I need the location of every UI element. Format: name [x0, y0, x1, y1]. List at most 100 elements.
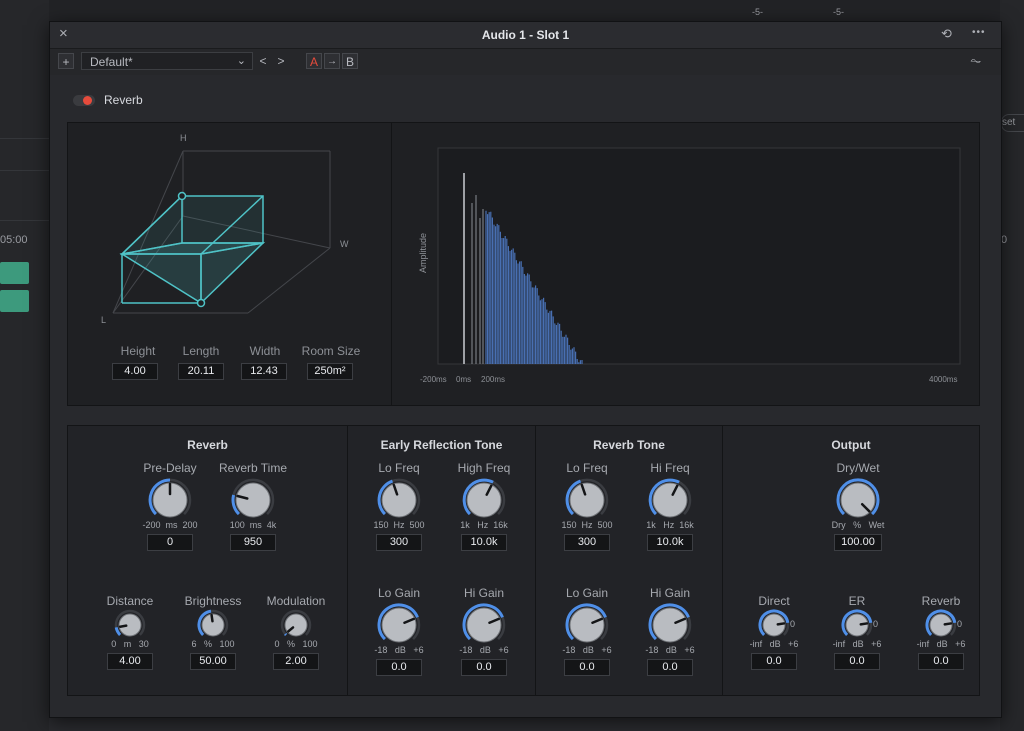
power-indicator — [83, 96, 92, 105]
bottom-ruler — [49, 716, 1000, 731]
section-title: Early Reflection Tone — [380, 438, 503, 452]
title-bar: × Audio 1 - Slot 1 ⟲ ••• — [50, 22, 1001, 49]
meter-mark: -5- — [833, 7, 844, 17]
er-value-field[interactable]: 0.0 — [834, 653, 880, 670]
width-field[interactable]: 12.43 — [241, 363, 287, 380]
width-label: Width — [249, 344, 281, 358]
hi-gain-range: -18 dB +6 — [459, 645, 509, 655]
distance-value-field[interactable]: 4.00 — [107, 653, 153, 670]
lo-gain-knob[interactable] — [376, 602, 422, 648]
dry-wet-range: Dry % Wet — [831, 520, 885, 530]
compare-b-button[interactable]: B — [342, 53, 358, 69]
length-label: Length — [182, 344, 220, 358]
hi-freq-value-field[interactable]: 10.0k — [647, 534, 693, 551]
more-options-icon[interactable]: ••• — [972, 27, 986, 38]
lo-gain-value-field[interactable]: 0.0 — [376, 659, 422, 676]
er-knob[interactable] — [840, 608, 874, 642]
reverb-time-knob[interactable] — [230, 477, 276, 523]
preset-dropdown[interactable]: Default* ⌄ — [81, 52, 253, 70]
compare-a-button[interactable]: A — [306, 53, 322, 69]
reset-button[interactable]: set — [1001, 114, 1024, 132]
impulse-response-panel: Amplitude -200ms 0ms 200ms 4000ms — [391, 122, 980, 406]
direct-range: -inf dB +6 — [749, 639, 799, 649]
hi-freq-range: 1k Hz 16k — [646, 520, 694, 530]
prev-preset-button[interactable]: < — [255, 53, 271, 69]
lo-gain-range: -18 dB +6 — [374, 645, 424, 655]
brightness-knob[interactable] — [196, 608, 230, 642]
room-size-label: Room Size — [301, 344, 361, 358]
reverb-knob[interactable] — [924, 608, 958, 642]
right-strip — [1000, 0, 1024, 731]
hi-gain-value-field[interactable]: 0.0 — [647, 659, 693, 676]
lo-freq-knob[interactable] — [376, 477, 422, 523]
section-title: Reverb Tone — [593, 438, 665, 452]
high-freq-value-field[interactable]: 10.0k — [461, 534, 507, 551]
reverb-label: Reverb — [921, 594, 961, 608]
lo-freq-value-field[interactable]: 300 — [376, 534, 422, 551]
reverb-unity-mark: 0 — [957, 619, 963, 629]
room-visualizer[interactable]: H W L — [68, 123, 391, 343]
room-size-field[interactable]: 250m² — [307, 363, 353, 380]
hi-gain-value-field[interactable]: 0.0 — [461, 659, 507, 676]
height-field[interactable]: 4.00 — [112, 363, 158, 380]
axis-l-label: L — [101, 315, 106, 325]
left-track-strip — [0, 0, 49, 731]
direct-value-field[interactable]: 0.0 — [751, 653, 797, 670]
direct-unity-mark: 0 — [790, 619, 796, 629]
lo-freq-knob[interactable] — [564, 477, 610, 523]
lo-gain-knob[interactable] — [564, 602, 610, 648]
routing-icon[interactable]: ⏦ — [970, 52, 981, 69]
amplitude-axis-label: Amplitude — [418, 233, 428, 273]
reverb-value-field[interactable]: 0.0 — [918, 653, 964, 670]
hi-gain-knob[interactable] — [647, 602, 693, 648]
length-field[interactable]: 20.11 — [178, 363, 224, 380]
section-title: Output — [831, 438, 871, 452]
history-icon[interactable]: ⟲ — [941, 26, 952, 42]
power-toggle[interactable] — [73, 95, 95, 106]
modulation-knob[interactable] — [279, 608, 313, 642]
tick-label: 4000ms — [929, 375, 957, 384]
er-range: -inf dB +6 — [832, 639, 882, 649]
direct-knob[interactable] — [757, 608, 791, 642]
high-freq-label: High Freq — [457, 461, 511, 475]
tick-label: 200ms — [481, 375, 505, 384]
brightness-value-field[interactable]: 50.00 — [190, 653, 236, 670]
height-handle[interactable] — [177, 191, 187, 201]
hi-gain-label: Hi Gain — [463, 586, 504, 600]
divider — [0, 220, 49, 221]
dry-wet-value-field[interactable]: 100.00 — [834, 534, 882, 551]
lo-gain-range: -18 dB +6 — [562, 645, 612, 655]
plugin-window: × Audio 1 - Slot 1 ⟲ ••• + Default* ⌄ < … — [49, 21, 1002, 718]
length-handle[interactable] — [196, 298, 206, 308]
high-freq-range: 1k Hz 16k — [460, 520, 508, 530]
reverb-time-value-field[interactable]: 950 — [230, 534, 276, 551]
divider — [0, 170, 49, 171]
pre-delay-value-field[interactable]: 0 — [147, 534, 193, 551]
hi-gain-knob[interactable] — [461, 602, 507, 648]
clip[interactable] — [0, 290, 29, 312]
add-preset-button[interactable]: + — [58, 53, 74, 69]
chevron-down-icon: ⌄ — [236, 55, 246, 67]
reverb-time-label: Reverb Time — [218, 461, 288, 475]
axis-w-label: W — [340, 239, 349, 249]
plugin-content: Reverb H W L Height Length Width Room Si… — [50, 76, 1001, 717]
lo-gain-value-field[interactable]: 0.0 — [564, 659, 610, 676]
pre-delay-knob[interactable] — [147, 477, 193, 523]
meter-mark: -5- — [752, 7, 763, 17]
lo-freq-value-field[interactable]: 300 — [564, 534, 610, 551]
dry-wet-knob[interactable] — [835, 477, 881, 523]
next-preset-button[interactable]: > — [273, 53, 289, 69]
room-panel: H W L Height Length Width Room Size 4.00… — [67, 122, 392, 406]
hi-freq-knob[interactable] — [647, 477, 693, 523]
distance-knob[interactable] — [113, 608, 147, 642]
distance-range: 0 m 30 — [111, 639, 149, 649]
dry-wet-label: Dry/Wet — [836, 461, 880, 475]
hi-freq-label: Hi Freq — [650, 461, 690, 475]
modulation-value-field[interactable]: 2.00 — [273, 653, 319, 670]
pre-delay-range: -200 ms 200 — [142, 520, 198, 530]
high-freq-knob[interactable] — [461, 477, 507, 523]
hi-gain-range: -18 dB +6 — [645, 645, 695, 655]
clip[interactable] — [0, 262, 29, 284]
copy-a-to-b-button[interactable]: → — [324, 53, 340, 69]
hi-gain-label: Hi Gain — [649, 586, 690, 600]
